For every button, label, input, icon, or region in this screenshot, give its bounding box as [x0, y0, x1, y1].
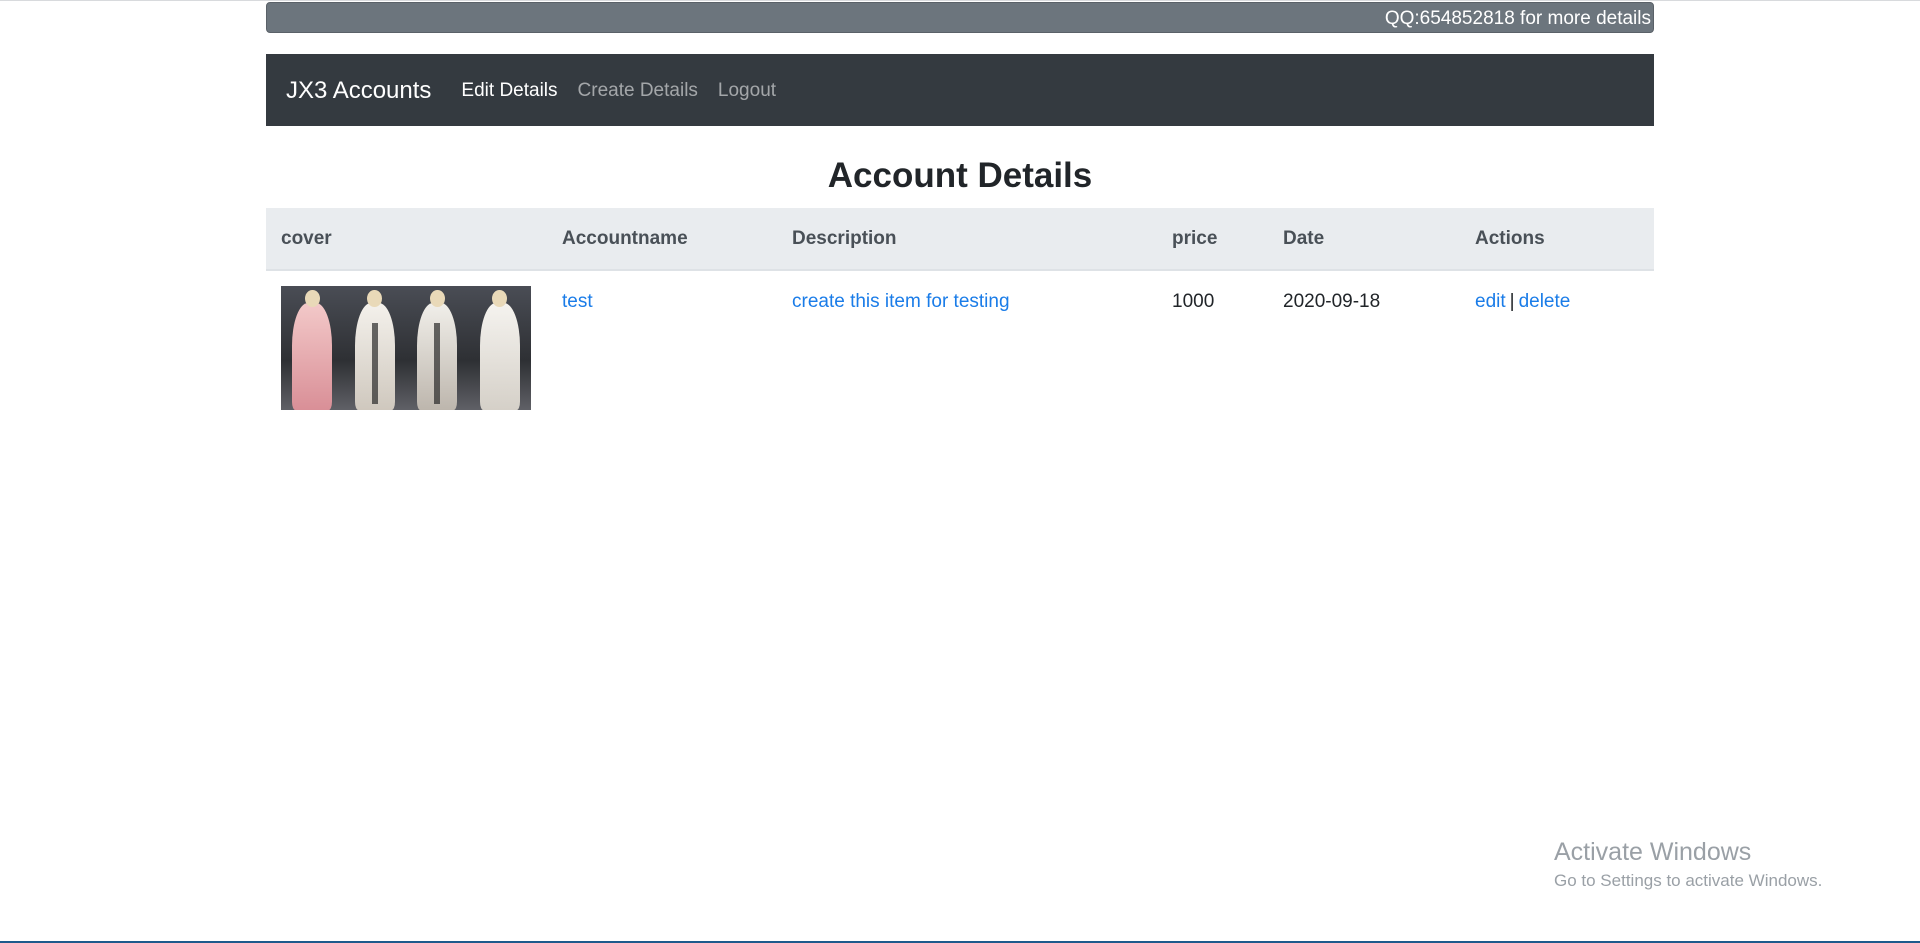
column-header-cover: cover — [266, 208, 547, 271]
accountname-cell: test — [547, 270, 777, 420]
activate-windows-watermark: Activate Windows Go to Settings to activ… — [1554, 836, 1822, 894]
cover-figure-4 — [468, 286, 531, 410]
date-value: 2020-09-18 — [1283, 291, 1381, 312]
nav-link-logout[interactable]: Logout — [718, 80, 776, 102]
accounts-table: cover Accountname Description price Date… — [266, 208, 1654, 420]
nav-link-create-details[interactable]: Create Details — [578, 80, 698, 102]
watermark-subtitle: Go to Settings to activate Windows. — [1554, 871, 1823, 890]
price-value: 1000 — [1172, 291, 1215, 312]
description-cell: create this item for testing — [777, 270, 1157, 420]
page-title: Account Details — [827, 156, 1093, 195]
actions-cell: edit | delete — [1460, 270, 1654, 420]
banner-text: QQ:654852818 for more details — [1384, 8, 1651, 29]
info-banner: QQ:654852818 for more details — [266, 2, 1654, 33]
accountname-link[interactable]: test — [562, 291, 593, 312]
table-row: test create this item for testing 1000 2… — [266, 270, 1654, 420]
cover-figure-3 — [406, 286, 469, 410]
nav-link-edit-details[interactable]: Edit Details — [461, 80, 557, 102]
date-cell: 2020-09-18 — [1268, 270, 1460, 420]
top-border — [0, 0, 1920, 1]
column-header-description: Description — [777, 208, 1157, 271]
cover-image — [281, 286, 531, 410]
column-header-accountname: Accountname — [547, 208, 777, 271]
delete-link[interactable]: delete — [1519, 291, 1571, 312]
watermark-title: Activate Windows — [1554, 838, 1752, 866]
cover-figure-2 — [343, 286, 406, 410]
description-link[interactable]: create this item for testing — [792, 291, 1010, 312]
table-header-row: cover Accountname Description price Date… — [266, 208, 1654, 271]
navbar: JX3 Accounts Edit Details Create Details… — [266, 54, 1654, 126]
price-cell: 1000 — [1157, 270, 1268, 420]
column-header-actions: Actions — [1460, 208, 1654, 271]
cover-cell — [266, 270, 547, 420]
column-header-date: Date — [1268, 208, 1460, 271]
cover-figure-1 — [281, 286, 344, 410]
edit-link[interactable]: edit — [1475, 291, 1506, 312]
column-header-price: price — [1157, 208, 1268, 271]
navbar-brand[interactable]: JX3 Accounts — [286, 77, 431, 105]
actions-separator: | — [1509, 291, 1515, 312]
